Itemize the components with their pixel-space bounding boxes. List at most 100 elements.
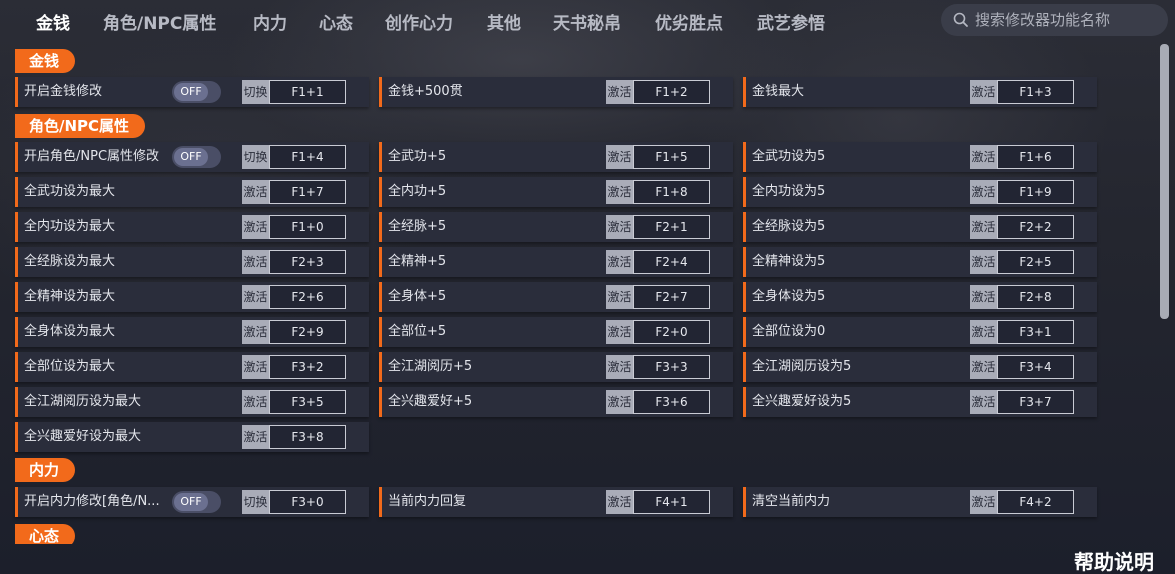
hotkey-field[interactable]: F2+4 bbox=[633, 250, 710, 274]
hotkey-field[interactable]: F1+5 bbox=[633, 145, 710, 169]
hotkey-field[interactable]: F3+8 bbox=[269, 425, 346, 449]
activate-button[interactable]: 激活 bbox=[606, 80, 633, 104]
cheat-label: 全江湖阅历设为5 bbox=[752, 359, 852, 374]
toggle-switch[interactable]: OFF bbox=[172, 81, 221, 103]
cheat-item: 全江湖阅历设为5 激活 F3+4 bbox=[743, 352, 1097, 382]
tab-scroll[interactable]: 天书秘帛 bbox=[553, 9, 621, 34]
search-input[interactable] bbox=[975, 11, 1165, 29]
hotkey-field[interactable]: F1+1 bbox=[269, 80, 346, 104]
hotkey-field[interactable]: F2+0 bbox=[633, 320, 710, 344]
search-box[interactable] bbox=[941, 4, 1168, 36]
cheat-item: 全精神+5 激活 F2+4 bbox=[379, 247, 733, 277]
activate-button[interactable]: 激活 bbox=[970, 390, 997, 414]
tab-character-npc[interactable]: 角色/NPC属性 bbox=[103, 9, 216, 34]
hotkey-field[interactable]: F4+1 bbox=[633, 490, 710, 514]
activate-button[interactable]: 激活 bbox=[970, 180, 997, 204]
scrollbar-thumb[interactable] bbox=[1160, 44, 1169, 319]
hotkey-field[interactable]: F3+2 bbox=[269, 355, 346, 379]
tab-martial[interactable]: 武艺参悟 bbox=[757, 9, 825, 34]
hotkey-field[interactable]: F1+6 bbox=[997, 145, 1074, 169]
cheat-label: 全身体+5 bbox=[388, 289, 447, 304]
tab-other[interactable]: 其他 bbox=[487, 9, 521, 34]
activate-button[interactable]: 激活 bbox=[970, 215, 997, 239]
activate-button[interactable]: 激活 bbox=[970, 320, 997, 344]
activate-button[interactable]: 激活 bbox=[606, 390, 633, 414]
hotkey-field[interactable]: F1+3 bbox=[997, 80, 1074, 104]
hotkey-field[interactable]: F1+9 bbox=[997, 180, 1074, 204]
cheat-label: 全精神+5 bbox=[388, 254, 447, 269]
hotkey-field[interactable]: F3+4 bbox=[997, 355, 1074, 379]
cheat-label: 全身体设为最大 bbox=[24, 324, 116, 339]
cheat-item: 开启金钱修改 OFF 切换 F1+1 bbox=[15, 77, 369, 107]
cheat-label: 开启金钱修改 bbox=[24, 84, 103, 99]
tab-creative[interactable]: 创作心力 bbox=[385, 9, 453, 34]
hotkey-field[interactable]: F2+3 bbox=[269, 250, 346, 274]
cheat-label: 全兴趣爱好+5 bbox=[388, 394, 473, 409]
tab-money[interactable]: 金钱 bbox=[36, 9, 70, 34]
hotkey-field[interactable]: F2+1 bbox=[633, 215, 710, 239]
hotkey-field[interactable]: F2+8 bbox=[997, 285, 1074, 309]
activate-button[interactable]: 激活 bbox=[606, 215, 633, 239]
hotkey-field[interactable]: F1+8 bbox=[633, 180, 710, 204]
hotkey-field[interactable]: F1+4 bbox=[269, 145, 346, 169]
hotkey-field[interactable]: F3+5 bbox=[269, 390, 346, 414]
activate-button[interactable]: 激活 bbox=[970, 145, 997, 169]
cheat-item: 全兴趣爱好+5 激活 F3+6 bbox=[379, 387, 733, 417]
hotkey-field[interactable]: F3+6 bbox=[633, 390, 710, 414]
cheat-item: 全内功+5 激活 F1+8 bbox=[379, 177, 733, 207]
hotkey-field[interactable]: F3+1 bbox=[997, 320, 1074, 344]
switch-button[interactable]: 切换 bbox=[242, 80, 269, 104]
hotkey-field[interactable]: F3+0 bbox=[269, 490, 346, 514]
tab-merits[interactable]: 优劣胜点 bbox=[655, 9, 723, 34]
hotkey-field[interactable]: F2+5 bbox=[997, 250, 1074, 274]
hotkey-field[interactable]: F2+2 bbox=[997, 215, 1074, 239]
activate-button[interactable]: 激活 bbox=[242, 390, 269, 414]
hotkey-field[interactable]: F1+0 bbox=[269, 215, 346, 239]
cheat-label: 全精神设为最大 bbox=[24, 289, 116, 304]
toggle-switch[interactable]: OFF bbox=[172, 491, 221, 513]
activate-button[interactable]: 激活 bbox=[242, 355, 269, 379]
toggle-state: OFF bbox=[174, 83, 208, 101]
activate-button[interactable]: 激活 bbox=[970, 490, 997, 514]
activate-button[interactable]: 激活 bbox=[606, 355, 633, 379]
hotkey-field[interactable]: F2+7 bbox=[633, 285, 710, 309]
table-row: 开启角色/NPC属性修改 OFF 切换 F1+4 全武功+5 激活 F1+5 全… bbox=[0, 142, 1160, 172]
cheat-label: 全内功设为最大 bbox=[24, 219, 116, 234]
activate-button[interactable]: 激活 bbox=[606, 145, 633, 169]
activate-button[interactable]: 激活 bbox=[606, 285, 633, 309]
activate-button[interactable]: 激活 bbox=[242, 425, 269, 449]
hotkey-field[interactable]: F3+7 bbox=[997, 390, 1074, 414]
cheat-label: 全兴趣爱好设为最大 bbox=[24, 429, 142, 444]
activate-button[interactable]: 激活 bbox=[606, 490, 633, 514]
activate-button[interactable]: 激活 bbox=[606, 250, 633, 274]
switch-button[interactable]: 切换 bbox=[242, 490, 269, 514]
cheat-label: 开启角色/NPC属性修改 bbox=[24, 149, 160, 164]
cheat-item: 全内功设为最大 激活 F1+0 bbox=[15, 212, 369, 242]
tab-inner-power[interactable]: 内力 bbox=[253, 9, 287, 34]
table-row: 全江湖阅历设为最大 激活 F3+5 全兴趣爱好+5 激活 F3+6 全兴趣爱好设… bbox=[0, 387, 1160, 417]
table-row: 全部位设为最大 激活 F3+2 全江湖阅历+5 激活 F3+3 全江湖阅历设为5… bbox=[0, 352, 1160, 382]
activate-button[interactable]: 激活 bbox=[970, 80, 997, 104]
hotkey-field[interactable]: F3+3 bbox=[633, 355, 710, 379]
cheat-label: 全部位设为0 bbox=[752, 324, 826, 339]
hotkey-field[interactable]: F1+2 bbox=[633, 80, 710, 104]
hotkey-field[interactable]: F2+6 bbox=[269, 285, 346, 309]
hotkey-field[interactable]: F4+2 bbox=[997, 490, 1074, 514]
activate-button[interactable]: 激活 bbox=[242, 320, 269, 344]
activate-button[interactable]: 激活 bbox=[970, 355, 997, 379]
activate-button[interactable]: 激活 bbox=[242, 180, 269, 204]
hotkey-field[interactable]: F1+7 bbox=[269, 180, 346, 204]
cheat-label: 全武功设为5 bbox=[752, 149, 826, 164]
activate-button[interactable]: 激活 bbox=[242, 285, 269, 309]
activate-button[interactable]: 激活 bbox=[242, 215, 269, 239]
activate-button[interactable]: 激活 bbox=[606, 180, 633, 204]
switch-button[interactable]: 切换 bbox=[242, 145, 269, 169]
hotkey-field[interactable]: F2+9 bbox=[269, 320, 346, 344]
toggle-switch[interactable]: OFF bbox=[172, 146, 221, 168]
help-link[interactable]: 帮助说明 bbox=[1074, 546, 1154, 574]
activate-button[interactable]: 激活 bbox=[606, 320, 633, 344]
activate-button[interactable]: 激活 bbox=[970, 250, 997, 274]
tab-mentality[interactable]: 心态 bbox=[319, 9, 353, 34]
activate-button[interactable]: 激活 bbox=[242, 250, 269, 274]
activate-button[interactable]: 激活 bbox=[970, 285, 997, 309]
